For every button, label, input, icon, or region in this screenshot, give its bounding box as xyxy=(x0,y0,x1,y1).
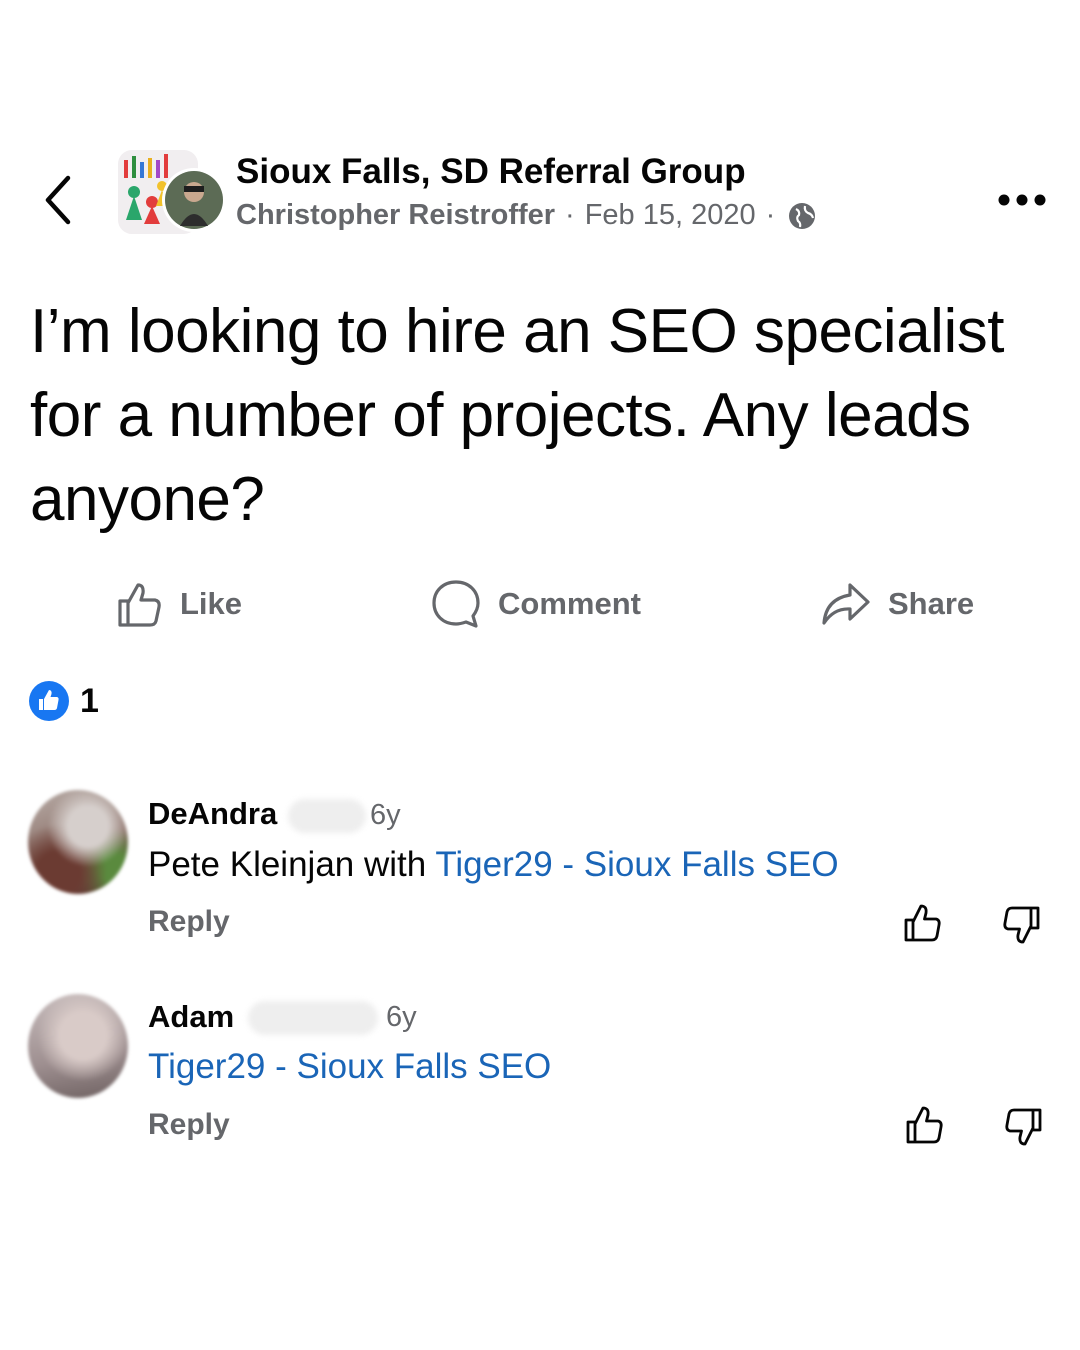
redacted-surname xyxy=(288,799,366,833)
commenter-name[interactable]: DeAndra xyxy=(148,796,277,832)
thumbs-down-icon xyxy=(1005,1108,1042,1146)
page-link[interactable]: Tiger29 - Sioux Falls SEO xyxy=(148,1047,551,1086)
downvote-button[interactable] xyxy=(1002,1106,1044,1148)
author-name[interactable]: Christopher Reistroffer xyxy=(236,199,555,232)
comment-bubble-icon xyxy=(432,580,480,628)
comment-time[interactable]: 6y xyxy=(370,799,401,832)
comment-time[interactable]: 6y xyxy=(386,1001,417,1034)
more-horizontal-icon xyxy=(998,194,1046,206)
like-reaction-icon xyxy=(29,681,69,721)
upvote-button[interactable] xyxy=(902,902,944,944)
share-arrow-icon xyxy=(822,583,870,625)
meta-separator: · xyxy=(565,199,575,231)
redacted-surname xyxy=(248,1001,378,1035)
post-meta: Christopher Reistroffer · Feb 15, 2020 · xyxy=(236,199,817,232)
group-avatar[interactable] xyxy=(118,150,226,238)
group-name[interactable]: Sioux Falls, SD Referral Group xyxy=(236,152,746,192)
commenter-name[interactable]: Adam xyxy=(148,999,234,1035)
share-button[interactable]: Share xyxy=(820,572,974,636)
avatar[interactable] xyxy=(28,994,128,1098)
comment-text-prefix: Pete Kleinjan with xyxy=(148,845,436,884)
upvote-button[interactable] xyxy=(904,1104,946,1146)
more-options-button[interactable] xyxy=(996,186,1048,214)
reaction-count: 1 xyxy=(80,681,99,720)
back-button[interactable] xyxy=(36,170,84,230)
thumbs-down-icon xyxy=(1003,906,1040,944)
reply-button[interactable]: Reply xyxy=(148,905,230,939)
reply-button[interactable]: Reply xyxy=(148,1108,230,1142)
share-label: Share xyxy=(888,586,975,621)
reaction-summary[interactable]: 1 xyxy=(28,680,99,722)
comment-label: Comment xyxy=(498,586,641,621)
thumbs-up-icon xyxy=(906,1106,943,1144)
like-button[interactable]: Like xyxy=(114,572,242,636)
post-date[interactable]: Feb 15, 2020 xyxy=(585,199,756,232)
post-text: I’m looking to hire an SEO specialist fo… xyxy=(30,297,1004,534)
downvote-button[interactable] xyxy=(1000,904,1042,946)
comment-button[interactable]: Comment xyxy=(430,572,641,636)
thumbs-up-icon xyxy=(904,904,941,942)
avatar[interactable] xyxy=(28,790,128,894)
comment-text: Pete Kleinjan with Tiger29 - Sioux Falls… xyxy=(148,845,839,885)
page-link[interactable]: Tiger29 - Sioux Falls SEO xyxy=(435,845,838,884)
comment-text: Tiger29 - Sioux Falls SEO xyxy=(148,1047,551,1087)
meta-separator: · xyxy=(765,199,776,231)
globe-icon xyxy=(787,201,817,231)
like-label: Like xyxy=(180,586,243,621)
chevron-left-icon xyxy=(45,175,71,225)
thumbs-up-icon xyxy=(118,583,161,627)
